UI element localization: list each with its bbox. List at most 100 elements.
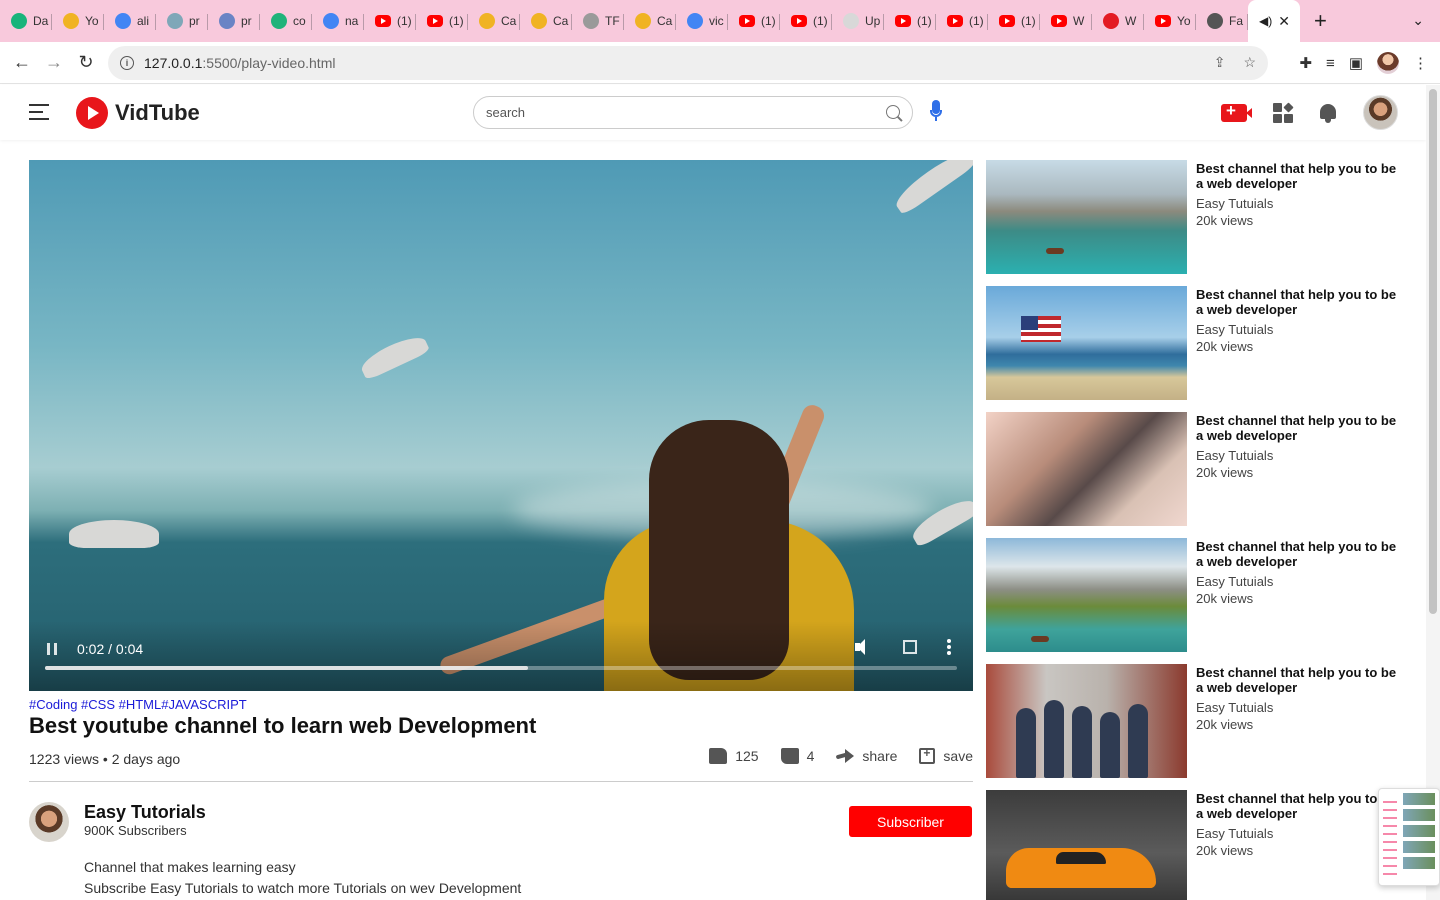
browser-tab[interactable]: W [1040,0,1092,42]
browser-tab[interactable]: co [260,0,312,42]
browser-tab[interactable]: Up [832,0,884,42]
tab-search-button[interactable]: ⌄ [1412,12,1424,29]
share-button[interactable]: share [836,748,897,764]
browser-tab[interactable]: ali [104,0,156,42]
channel-name[interactable]: Easy Tutorials [84,802,206,823]
recommended-video[interactable]: Best channel that help you to be a web d… [986,664,1416,790]
pricing-icon [219,13,235,29]
browser-menu-kebab-icon[interactable]: ⋮ [1413,54,1428,72]
tab-title: TF [605,14,620,28]
close-tab-icon[interactable]: ✕ [1278,13,1290,30]
brand-logo[interactable]: VidTube [76,97,200,129]
browser-tab[interactable]: TF [572,0,624,42]
search-icon[interactable] [886,105,900,119]
browser-tab[interactable]: Yo [1144,0,1196,42]
user-avatar[interactable] [1363,95,1398,130]
recommended-video-info: Best channel that help you to be a web d… [1196,413,1406,480]
save-button[interactable]: save [919,746,973,764]
pause-icon[interactable] [47,643,57,655]
player-more-icon[interactable] [947,639,951,655]
like-count: 125 [735,748,759,764]
browser-tab[interactable]: Yo [52,0,104,42]
header-actions [1221,95,1398,130]
recommended-video[interactable]: Best channel that help you to be a web d… [986,286,1416,412]
volume-icon[interactable] [855,638,873,656]
recommended-video-title[interactable]: Best channel that help you to be a web d… [1196,791,1406,821]
tab-title: Yo [1177,14,1191,28]
video-thumbnail[interactable] [986,790,1187,900]
video-thumbnail[interactable] [986,160,1187,274]
video-frame-bird [890,160,973,216]
recommended-video[interactable]: Best channel that help you to be a web d… [986,160,1416,286]
active-tab[interactable]: ◀) ✕ [1248,0,1300,42]
recommended-video-title[interactable]: Best channel that help you to be a web d… [1196,161,1406,191]
channel-description: Channel that makes learning easy Subscri… [84,857,521,899]
browser-tab[interactable]: Ca [624,0,676,42]
video-thumbnail[interactable] [986,664,1187,778]
browser-tab[interactable]: (1) [988,0,1040,42]
recommended-video[interactable]: Best channel that help you to be a web d… [986,538,1416,664]
browser-tab[interactable]: (1) [364,0,416,42]
youtube-icon [739,15,755,27]
video-player[interactable]: 0:02 / 0:04 [29,160,973,691]
github-icon [843,13,859,29]
recommended-video-title[interactable]: Best channel that help you to be a web d… [1196,539,1406,569]
browser-tab[interactable]: vic [676,0,728,42]
like-button[interactable]: 125 [709,748,759,764]
recommended-video[interactable]: Best channel that help you to be a web d… [986,790,1416,900]
browser-tab[interactable]: (1) [936,0,988,42]
speaker-icon[interactable]: ◀) [1259,14,1272,28]
search-input[interactable] [474,97,854,128]
media-control-icon[interactable]: ≡ [1326,55,1335,72]
browser-tab[interactable]: Da [0,0,52,42]
notification-bell-icon[interactable] [1319,103,1337,123]
video-thumbnail[interactable] [986,412,1187,526]
browser-profile-avatar[interactable] [1377,52,1399,74]
extensions-puzzle-icon[interactable]: ✚ [1299,54,1312,72]
video-thumbnail[interactable] [986,538,1187,652]
youtube-icon [895,15,911,27]
side-panel-icon[interactable]: ▣ [1349,54,1363,72]
browser-tab[interactable]: pr [156,0,208,42]
site-info-icon[interactable]: i [120,56,134,70]
video-tags[interactable]: #Coding #CSS #HTML#JAVASCRIPT [29,697,247,712]
subscribe-button[interactable]: Subscriber [849,806,972,837]
video-thumbnail[interactable] [986,286,1187,400]
hamburger-menu-icon[interactable] [29,104,51,120]
url-text[interactable]: 127.0.0.1:5500/play-video.html [144,55,335,71]
browser-tab[interactable]: pr [208,0,260,42]
recommended-video-title[interactable]: Best channel that help you to be a web d… [1196,413,1406,443]
new-tab-button[interactable]: + [1314,8,1327,34]
tab-title: Da [33,14,49,28]
dislike-button[interactable]: 4 [780,748,814,764]
address-bar[interactable]: i 127.0.0.1:5500/play-video.html ⇪ ☆ [108,46,1268,80]
browser-tab[interactable]: Ca [520,0,572,42]
browser-tab[interactable]: Ca [468,0,520,42]
browser-tab[interactable]: (1) [416,0,468,42]
page-scrollbar[interactable] [1426,85,1440,900]
microphone-icon[interactable] [930,100,942,126]
scrollbar-thumb[interactable] [1429,89,1437,614]
bookmark-star-icon[interactable]: ☆ [1243,54,1256,71]
apps-grid-icon[interactable] [1273,101,1294,123]
recommended-video-title[interactable]: Best channel that help you to be a web d… [1196,665,1406,695]
browser-tab[interactable]: (1) [884,0,936,42]
shield-check-icon [11,13,27,29]
upload-video-icon[interactable] [1221,101,1252,122]
browser-tab[interactable]: W [1092,0,1144,42]
reload-icon[interactable]: ↻ [70,47,102,79]
recommended-video-title[interactable]: Best channel that help you to be a web d… [1196,287,1406,317]
forward-arrow-icon[interactable]: → [38,47,70,79]
channel-avatar[interactable] [29,802,69,842]
seek-bar[interactable] [45,666,957,670]
fullscreen-icon[interactable] [903,640,917,654]
browser-tab[interactable]: (1) [728,0,780,42]
browser-tab[interactable]: na [312,0,364,42]
recommended-video-info: Best channel that help you to be a web d… [1196,791,1406,858]
browser-tab[interactable]: Fa [1196,0,1248,42]
recommended-video[interactable]: Best channel that help you to be a web d… [986,412,1416,538]
browser-tab[interactable]: (1) [780,0,832,42]
share-page-icon[interactable]: ⇪ [1214,54,1226,71]
w-icon [1103,13,1119,29]
back-arrow-icon[interactable]: ← [6,47,38,79]
